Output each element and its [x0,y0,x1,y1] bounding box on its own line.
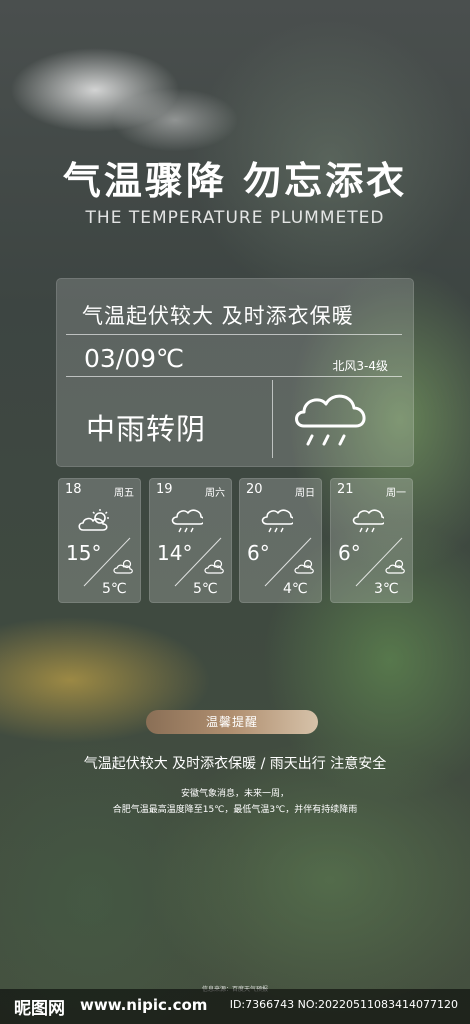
subheadline: THE TEMPERATURE PLUMMETED [85,208,385,228]
panel-title: 气温起伏较大 及时添衣保暖 [82,304,354,328]
forecast-low: 5℃ [102,581,127,597]
reminder-badge: 温馨提醒 [146,710,318,734]
weather-panel: 气温起伏较大 及时添衣保暖 03/09℃ 北风3-4级 中雨转阴 [56,278,414,467]
diagonal-divider [174,537,222,587]
forecast-card: 21 周一 6° 3℃ [330,478,413,603]
divider [66,334,402,335]
watermark-logo: 昵图网 [14,999,65,1019]
wind-info: 北风3-4级 [332,359,388,373]
forecast-card: 20 周日 6° 4℃ [239,478,322,603]
forecast-card: 19 周六 14° 5℃ [149,478,232,603]
forecast-low: 3℃ [374,581,399,597]
forecast-low: 5℃ [193,581,218,597]
vertical-divider [272,380,273,458]
partly-sunny-icon [113,559,133,574]
divider [66,376,402,377]
weather-condition: 中雨转阴 [86,412,207,446]
watermark-id: ID:7366743 NO:20220511083414077120 [229,998,458,1011]
reminder-message: 气温起伏较大 及时添衣保暖 / 雨天出行 注意安全 [83,756,387,772]
forecast-card: 18 周五 15° 5℃ [58,478,141,603]
reminder-detail-line2: 合肥气温最高温度降至15℃，最低气温3℃，并伴有持续降雨 [112,805,358,815]
diagonal-divider [83,537,131,587]
reminder-detail-line1: 安徽气象消息，未来一周， [180,789,289,799]
cloud-rain-icon [295,394,366,446]
partly-sunny-icon [294,559,314,574]
partly-sunny-icon [385,559,405,574]
headline: 气温骤降 勿忘添衣 [62,159,408,203]
watermark-url: www.nipic.com [80,996,208,1014]
panel-temperature: 03/09℃ [84,344,185,373]
diagonal-divider [355,537,403,587]
diagonal-divider [264,537,312,587]
forecast-low: 4℃ [283,581,308,597]
partly-sunny-icon [204,559,224,574]
